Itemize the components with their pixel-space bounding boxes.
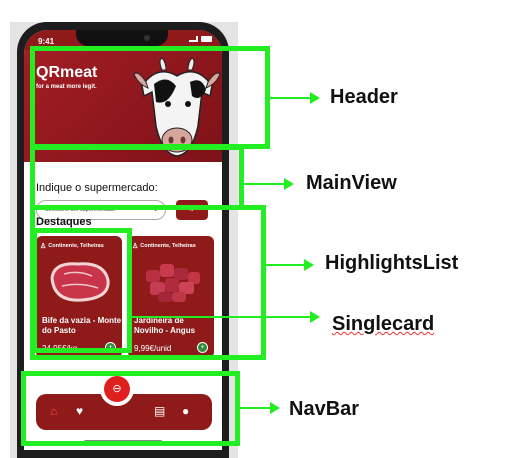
highlights-arrow-icon (266, 259, 314, 271)
singlecard-arrow-icon (132, 311, 320, 323)
signal-icon (189, 36, 198, 42)
stage: 9:41 QRmeat for a meat more legit. Indiq… (0, 0, 518, 458)
battery-icon (201, 36, 212, 42)
mainview-annotation-box (30, 145, 244, 210)
status-icons (189, 36, 212, 42)
camera-icon (144, 35, 150, 41)
mainview-annotation-label: MainView (306, 172, 397, 194)
status-time: 9:41 (38, 37, 55, 46)
navbar-annotation-box (21, 371, 240, 446)
header-arrow-icon (270, 92, 320, 104)
header-annotation-box (30, 46, 270, 149)
navbar-annotation-label: NavBar (289, 398, 360, 420)
singlecard-annotation-label: Singlecard (332, 313, 435, 335)
mainview-arrow-icon (244, 178, 294, 190)
notch (76, 30, 168, 46)
singlecard-annotation-box (32, 228, 132, 353)
highlights-annotation-label: HighlightsList (325, 252, 459, 274)
navbar-arrow-icon (240, 402, 280, 414)
header-annotation-label: Header (330, 86, 398, 108)
